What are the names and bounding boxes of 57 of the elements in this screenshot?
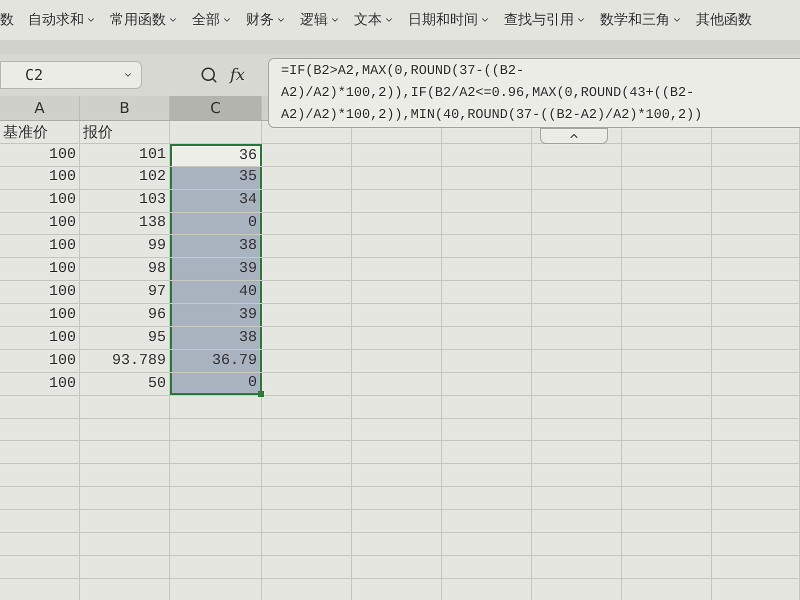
ribbon-menu-button[interactable]: 查找与引用 [504, 10, 586, 30]
table-cell-text: 100 [48, 328, 76, 348]
ribbon-menu-button[interactable]: 其他函数 [696, 10, 752, 30]
table-cell-text: 95 [148, 328, 166, 348]
table-cell-text: 100 [48, 282, 76, 302]
ribbon-menu-button[interactable]: 日期和时间 [408, 10, 490, 30]
table-cell-text: 34 [238, 190, 257, 210]
cell-reference-text: C2 [25, 64, 44, 86]
name-box[interactable]: C2 [0, 61, 142, 89]
table-cell-text: 100 [48, 350, 76, 371]
column-header[interactable]: A [34, 96, 45, 120]
ribbon-menu-button[interactable]: 全部 [192, 10, 232, 30]
column-header[interactable]: C [210, 96, 221, 120]
table-cell-text: 97 [148, 282, 166, 302]
table-cell-text: 98 [148, 259, 166, 280]
table-cell-text: 0 [248, 372, 257, 392]
table-cell-text: 100 [48, 374, 76, 394]
ribbon-menu-button[interactable]: 数学和三角 [600, 10, 682, 30]
ribbon-menu-button[interactable]: 数 [0, 10, 14, 30]
ribbon-menu-button[interactable]: 自动求和 [28, 10, 96, 30]
zoom-icon[interactable] [200, 66, 218, 84]
table-cell-text: 38 [238, 328, 257, 348]
table-cell-text: 40 [238, 282, 257, 302]
ribbon-menu-button[interactable]: 逻辑 [300, 10, 340, 30]
table-cell-text: 39 [238, 259, 257, 280]
table-cell-text: 101 [138, 144, 166, 165]
table-cell-text: 100 [48, 259, 76, 280]
formula-text: =IF(B2>A2,MAX(0,ROUND(37-((B2-A2)/A2)*100,2)),IF(B2/A2<=0.96,MAX(0,ROUND(43+((B2-A2)/A2)*100,2)),MIN(40,ROUND(37-((B2-A2)/A2)*100,2)) [281, 63, 704, 125]
table-cell-text: 100 [48, 190, 76, 210]
ribbon-menu-button[interactable]: 文本 [354, 10, 394, 30]
table-cell-text: 103 [138, 190, 166, 210]
table-cell-text: 36.79 [212, 350, 257, 371]
table-cell-text: 96 [148, 304, 166, 325]
table-cell-text: 35 [238, 167, 257, 188]
table-cell-text: 100 [48, 236, 76, 256]
table-cell-text: 93.789 [112, 350, 166, 371]
table-cell-text: 0 [248, 213, 257, 234]
table-cell-text: 基准价 [3, 122, 48, 143]
table-cell-text: 39 [238, 304, 257, 325]
ribbon-menu-button[interactable]: 常用函数 [110, 10, 178, 30]
formula-field[interactable]: =IF(B2>A2,MAX(0,ROUND(37-((B2-A2)/A2)*100,2)),IF(B2/A2<=0.96,MAX(0,ROUND(43+((B2-A2)/A2)*100,2)),MIN(40,ROUND(37-((B2-A2)/A2)*100,2)) [268, 58, 800, 128]
table-cell-text: 100 [48, 304, 76, 325]
table-cell-text: 36 [238, 146, 257, 166]
ribbon-menu-button[interactable]: 财务 [246, 10, 286, 30]
table-cell-text: 102 [138, 167, 166, 188]
collapse-button[interactable] [540, 128, 608, 144]
fill-handle[interactable] [258, 390, 264, 397]
table-cell-text: 138 [138, 213, 166, 234]
table-cell-text: 100 [48, 213, 76, 234]
table-cell-text: 报价 [83, 122, 113, 143]
table-cell-text: 100 [48, 144, 76, 165]
table-cell-text: 38 [238, 236, 257, 256]
table-cell-text: 100 [48, 167, 76, 188]
table-cell-text: 99 [148, 236, 166, 256]
column-header[interactable]: B [119, 96, 130, 120]
table-cell-text: 50 [148, 374, 166, 394]
fx-label: fx [230, 64, 245, 86]
